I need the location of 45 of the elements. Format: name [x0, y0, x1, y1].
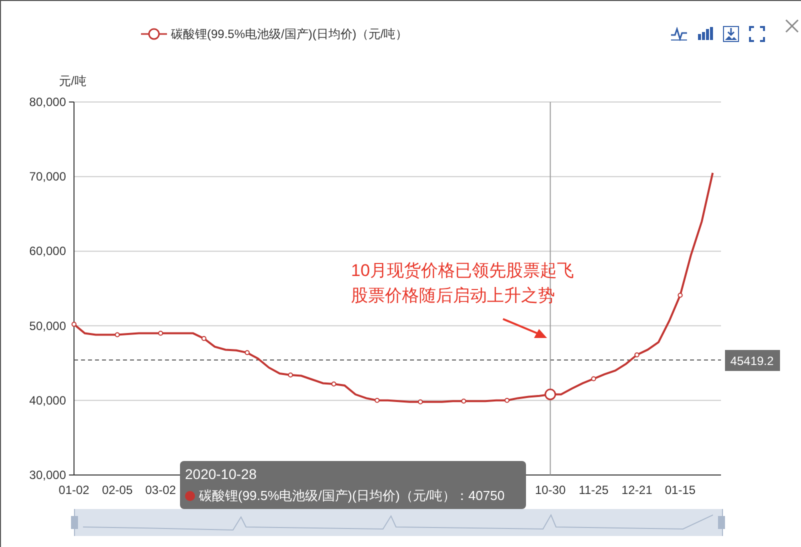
data-point — [72, 322, 76, 327]
ref-line-label: 45419.2 — [730, 354, 774, 368]
data-point — [244, 350, 250, 356]
download-image-icon[interactable] — [723, 26, 739, 42]
legend-line-icon[interactable] — [141, 27, 167, 41]
x-tick-label: 11-25 — [578, 483, 608, 497]
data-point — [461, 398, 466, 404]
x-tick-label: 10-30 — [534, 483, 566, 497]
markline-label: 45419.2 — [725, 350, 780, 371]
annotation-text: 10月现货价格已领先股票起飞 — [351, 261, 574, 280]
data-point — [418, 399, 423, 404]
line-chart-icon[interactable] — [671, 27, 687, 41]
annotation-text: 股票价格随后启动上升之势 — [351, 286, 555, 305]
data-point — [331, 382, 336, 386]
y-tick-label: 50,000 — [29, 318, 66, 333]
y-axis-title: 元/吨 — [59, 74, 86, 88]
y-tick-label: 40,000 — [29, 393, 66, 408]
data-point — [288, 372, 293, 378]
data-point — [374, 398, 380, 403]
x-tick-label: 12-21 — [622, 483, 652, 497]
data-point — [504, 398, 510, 403]
data-point — [158, 330, 164, 336]
y-tick-label: 80,000 — [29, 95, 66, 109]
y-tick-label: 60,000 — [29, 244, 66, 258]
slider-handle[interactable] — [71, 516, 78, 529]
tooltip-title: 2020-10-28 — [185, 465, 258, 483]
data-point — [591, 376, 596, 382]
x-tick-label: 01-02 — [58, 483, 90, 497]
y-tick-label: 30,000 — [29, 468, 66, 482]
tooltip-value: 碳酸锂(99.5%电池级/国产)(日均价)（元/吨）：40750 — [199, 487, 505, 505]
arrow-icon — [502, 318, 547, 338]
x-tick-label: 01-15 — [664, 483, 696, 497]
x-tick-label: 03-02 — [145, 483, 176, 497]
x-tick-label: 02-05 — [102, 483, 133, 497]
hover-point — [544, 388, 556, 400]
y-tick-label: 70,000 — [29, 170, 66, 184]
data-point — [201, 336, 206, 341]
close-icon[interactable] — [785, 19, 799, 33]
data-point — [634, 352, 640, 358]
data-point — [114, 332, 120, 338]
legend-label[interactable]: 碳酸锂(99.5%电池级/国产)(日均价)（元/吨） — [171, 25, 408, 43]
bar-chart-icon[interactable] — [697, 27, 713, 41]
data-point — [678, 292, 683, 298]
slider-handle[interactable] — [718, 516, 725, 529]
fullscreen-icon[interactable] — [749, 26, 765, 42]
